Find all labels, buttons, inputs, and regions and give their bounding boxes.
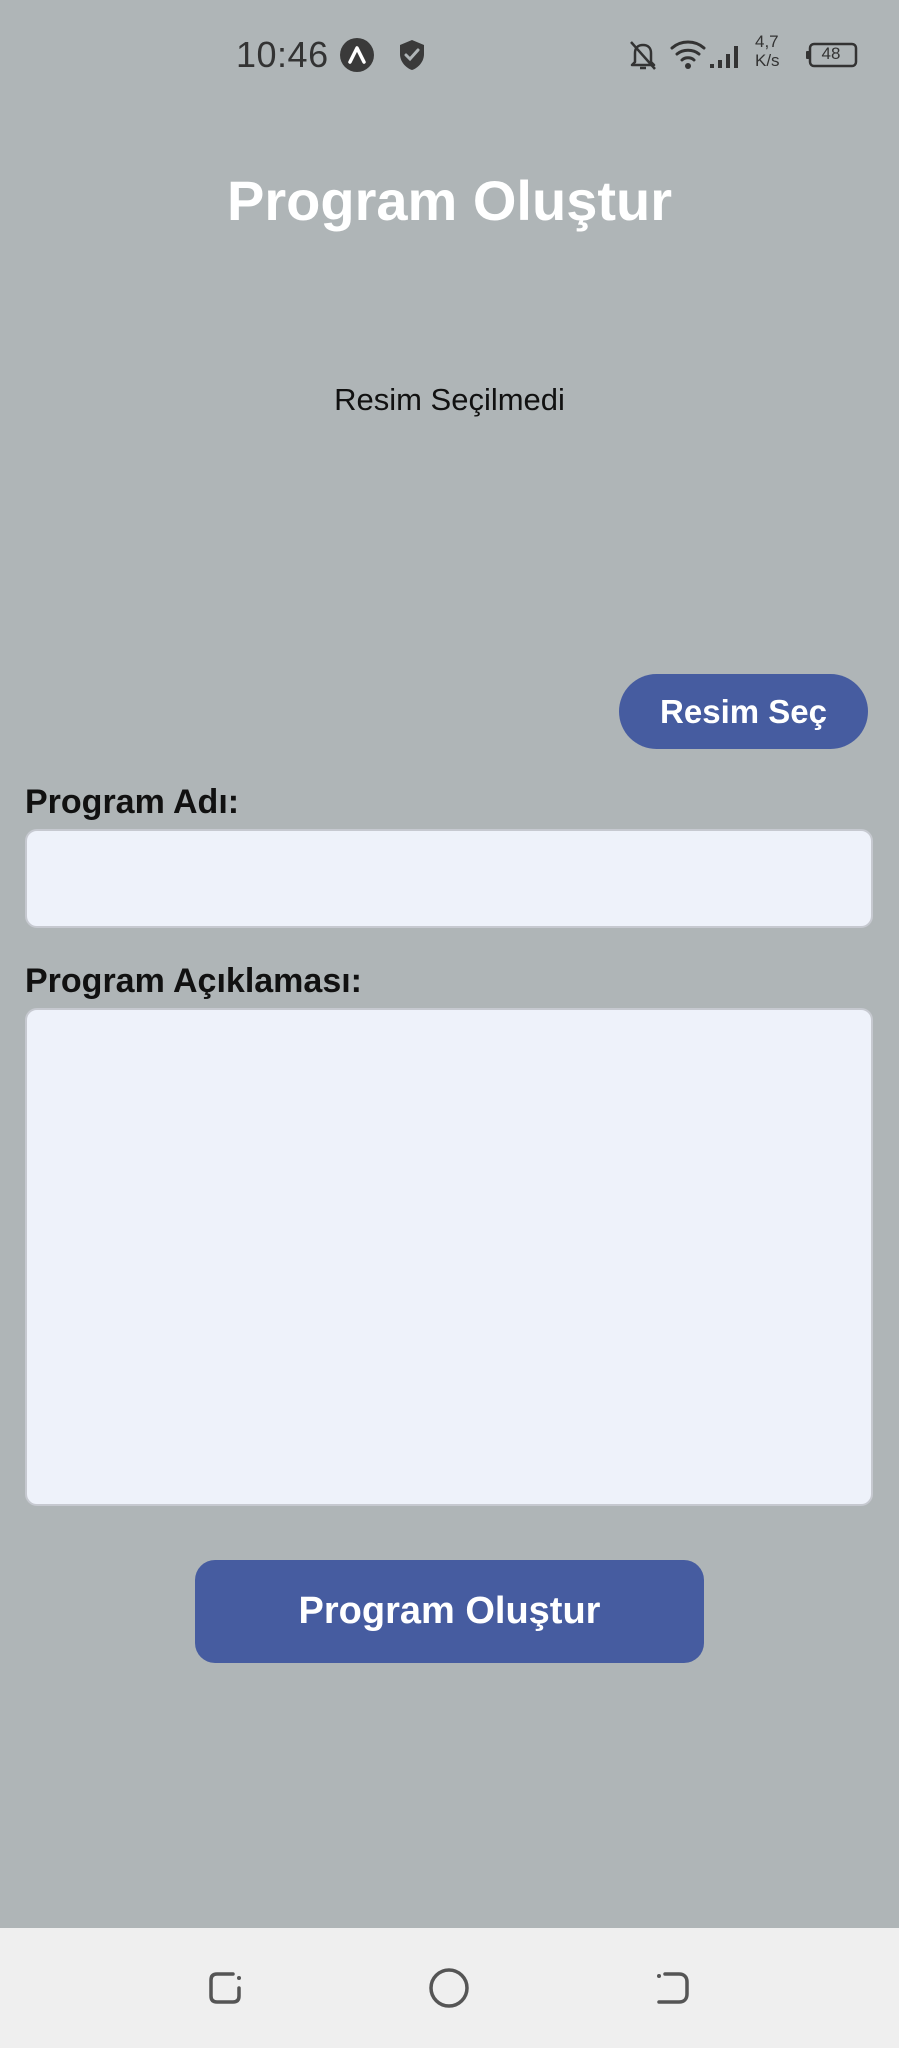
bell-off-icon [627,38,659,72]
create-program-button[interactable]: Program Oluştur [195,1560,704,1663]
program-description-input[interactable] [25,1008,873,1506]
navigation-bar [0,1928,899,2048]
wifi-icon [668,36,708,72]
network-speed-value: 4,7 [755,32,779,51]
page-title: Program Oluştur [227,169,672,232]
image-status-text: Resim Seçilmedi [334,382,565,417]
program-description-label: Program Açıklaması: [25,962,362,1000]
network-speed-unit: K/s [755,51,780,70]
signal-icon [708,40,748,70]
screen: 10:46 4,7 K/s 48 Program Oluştur Resim S… [0,0,899,2048]
recents-icon[interactable] [651,1966,695,2010]
home-icon[interactable] [427,1966,471,2010]
shield-icon [397,38,427,72]
program-name-input[interactable] [25,829,873,928]
network-speed: 4,7 K/s [755,32,780,70]
battery-level: 48 [821,44,841,63]
program-name-label: Program Adı: [25,783,240,821]
back-icon[interactable] [203,1966,247,2010]
app-a-icon [340,38,374,72]
status-time: 10:46 [236,34,329,75]
pick-image-button[interactable]: Resim Seç [619,674,868,749]
status-bar: 10:46 4,7 K/s 48 [0,0,899,110]
